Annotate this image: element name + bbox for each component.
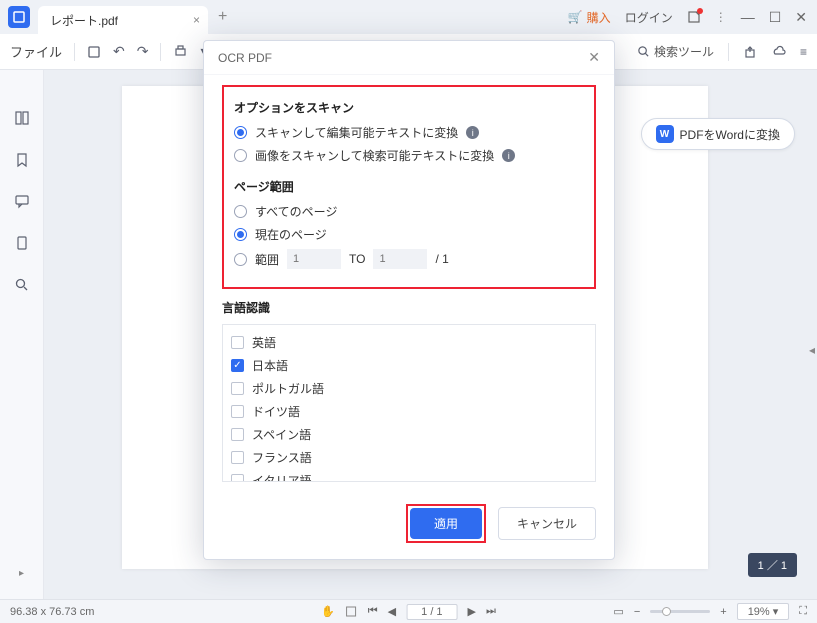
language-option[interactable]: フランス語 <box>231 446 587 469</box>
dimensions-label: 96.38 x 76.73 cm <box>10 606 94 618</box>
language-label: ドイツ語 <box>252 403 300 420</box>
first-page-icon[interactable]: ⏮ <box>368 605 378 618</box>
modal-footer: 適用 キャンセル <box>204 494 614 559</box>
tab-title: レポート.pdf <box>50 12 118 29</box>
undo-icon[interactable]: ↶ <box>113 43 125 60</box>
language-option[interactable]: 日本語 <box>231 354 587 377</box>
statusbar: 96.38 x 76.73 cm ✋ ⏮ ◀ 1 / 1 ▶ ⏭ ▭ − + 1… <box>0 599 817 623</box>
checkbox-icon <box>231 382 244 395</box>
radio-icon <box>234 253 247 266</box>
modal-title: OCR PDF <box>218 51 272 65</box>
select-tool-icon[interactable] <box>345 605 358 618</box>
radio-icon <box>234 228 247 241</box>
language-list[interactable]: 英語日本語ポルトガル語ドイツ語スペイン語フランス語イタリア語中国語（繁体字） <box>222 324 596 482</box>
checkbox-icon <box>231 474 244 482</box>
redo-icon[interactable]: ↷ <box>137 43 149 60</box>
last-page-icon[interactable]: ⏭ <box>486 605 496 618</box>
fullscreen-icon[interactable]: ⛶ <box>799 605 807 618</box>
hand-tool-icon[interactable]: ✋ <box>321 605 335 618</box>
bookmark-icon[interactable] <box>15 152 29 168</box>
add-tab-button[interactable]: + <box>218 8 227 26</box>
checkbox-icon <box>231 451 244 464</box>
radio-icon <box>234 149 247 162</box>
range-from-input[interactable] <box>287 249 341 269</box>
language-label: 英語 <box>252 334 276 351</box>
range-to-input[interactable] <box>373 249 427 269</box>
language-option[interactable]: イタリア語 <box>231 469 587 482</box>
option-searchable[interactable]: 画像をスキャンして検索可能テキストに変換 i <box>234 147 584 164</box>
maximize-button[interactable]: ☐ <box>769 9 782 26</box>
more-icon[interactable]: ⋮ <box>715 10 727 24</box>
highlighted-section: オプションをスキャン スキャンして編集可能テキストに変換 i 画像をスキャンして… <box>222 85 596 289</box>
info-icon[interactable]: i <box>466 126 479 139</box>
language-option[interactable]: スペイン語 <box>231 423 587 446</box>
option-current-page[interactable]: 現在のページ <box>234 226 584 243</box>
ocr-modal: OCR PDF ✕ オプションをスキャン スキャンして編集可能テキストに変換 i… <box>203 40 615 560</box>
zoom-out-status-icon[interactable]: − <box>634 606 640 618</box>
page-input[interactable]: 1 / 1 <box>406 604 457 620</box>
apply-highlight: 適用 <box>406 504 486 543</box>
minimize-button[interactable]: — <box>741 9 755 25</box>
titlebar: レポート.pdf × + 🛒 購入 ログイン ⋮ — ☐ ✕ <box>0 0 817 34</box>
save-icon[interactable] <box>87 45 101 59</box>
close-icon[interactable]: ✕ <box>588 49 600 66</box>
attachment-icon[interactable] <box>15 235 29 251</box>
page-indicator: 1 ／ 1 <box>748 553 797 577</box>
selected-languages: 日本語 <box>222 482 596 494</box>
cart-icon: 🛒 <box>568 10 583 24</box>
language-label: フランス語 <box>252 449 312 466</box>
comment-icon[interactable] <box>14 194 30 209</box>
language-option[interactable]: ポルトガル語 <box>231 377 587 400</box>
word-icon: W <box>656 125 674 143</box>
language-label: イタリア語 <box>252 472 312 482</box>
search-icon[interactable]: 検索ツール <box>637 43 714 60</box>
checkbox-icon <box>231 405 244 418</box>
collapse-rail-icon[interactable]: ▸ <box>19 568 24 579</box>
expand-right-icon[interactable]: ◂ <box>807 335 817 365</box>
apply-button[interactable]: 適用 <box>410 508 482 539</box>
left-rail: ▸ <box>0 70 44 599</box>
language-heading: 言語認識 <box>222 299 596 316</box>
language-option[interactable]: 英語 <box>231 331 587 354</box>
convert-to-word-button[interactable]: W PDFをWordに変換 <box>641 118 795 150</box>
zoom-in-status-icon[interactable]: + <box>720 606 726 618</box>
language-label: スペイン語 <box>252 426 311 443</box>
menu-icon[interactable]: ≡ <box>800 45 807 59</box>
close-window-button[interactable]: ✕ <box>795 9 807 26</box>
zoom-value[interactable]: 19% ▾ <box>737 603 790 620</box>
language-label: ポルトガル語 <box>252 380 324 397</box>
radio-icon <box>234 126 247 139</box>
radio-icon <box>234 205 247 218</box>
page-range-heading: ページ範囲 <box>234 178 584 195</box>
checkbox-icon <box>231 359 244 372</box>
next-page-icon[interactable]: ▶ <box>468 605 476 618</box>
option-editable[interactable]: スキャンして編集可能テキストに変換 i <box>234 124 584 141</box>
notification-icon[interactable] <box>687 10 701 24</box>
prev-page-icon[interactable]: ◀ <box>388 605 396 618</box>
language-option[interactable]: ドイツ語 <box>231 400 587 423</box>
fit-page-icon[interactable]: ▭ <box>613 605 623 618</box>
search-rail-icon[interactable] <box>14 277 29 292</box>
checkbox-icon <box>231 428 244 441</box>
checkbox-icon <box>231 336 244 349</box>
option-range[interactable]: 範囲 TO / 1 <box>234 249 584 269</box>
login-link[interactable]: ログイン <box>625 9 673 26</box>
file-menu[interactable]: ファイル <box>10 42 62 61</box>
language-label: 日本語 <box>252 357 288 374</box>
cloud-icon[interactable] <box>771 45 786 59</box>
close-tab-icon[interactable]: × <box>193 13 200 27</box>
share-icon[interactable] <box>743 45 757 59</box>
print-icon[interactable] <box>173 44 188 59</box>
option-all-pages[interactable]: すべてのページ <box>234 203 584 220</box>
cancel-button[interactable]: キャンセル <box>498 507 596 540</box>
document-tab[interactable]: レポート.pdf × <box>38 6 208 34</box>
scan-options-heading: オプションをスキャン <box>234 99 584 116</box>
app-icon <box>8 6 30 28</box>
purchase-link[interactable]: 🛒 購入 <box>568 9 611 26</box>
thumbnails-icon[interactable] <box>14 110 30 126</box>
info-icon[interactable]: i <box>502 149 515 162</box>
modal-header: OCR PDF ✕ <box>204 41 614 75</box>
zoom-slider[interactable] <box>650 610 710 613</box>
